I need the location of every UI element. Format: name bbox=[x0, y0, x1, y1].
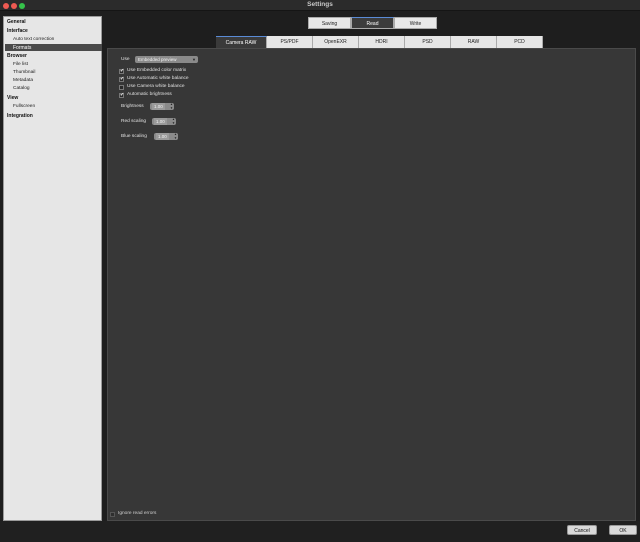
tab-saving[interactable]: Saving bbox=[308, 17, 351, 29]
checkbox-box: ✔ bbox=[119, 91, 125, 98]
title-bar: Settings bbox=[0, 0, 640, 11]
sidebar-item-auto-text-correction[interactable]: Auto text correction bbox=[13, 37, 54, 42]
checkmark-icon: ✔ bbox=[120, 91, 125, 98]
sidebar-item-browser[interactable]: Browser bbox=[7, 53, 27, 59]
checkbox-label: Use Camera white balance bbox=[127, 84, 185, 89]
tab-write[interactable]: Write bbox=[394, 17, 437, 29]
sidebar-item-metadata[interactable]: Metadata bbox=[13, 78, 33, 83]
settings-sidebar: General Interface Auto text correction F… bbox=[3, 16, 102, 521]
use-label: Use bbox=[121, 57, 130, 62]
sidebar-item-file-list[interactable]: File list bbox=[13, 62, 28, 67]
window-title: Settings bbox=[307, 1, 333, 8]
checkbox-label: Use Automatic white balance bbox=[127, 76, 189, 81]
use-source-value: Embedded preview bbox=[138, 57, 177, 62]
brightness-spinbox[interactable]: 1.00 ▲ ▼ bbox=[150, 102, 174, 110]
tab-read[interactable]: Read bbox=[351, 17, 394, 29]
tab-raw[interactable]: RAW bbox=[451, 36, 497, 48]
checkbox-label: Automatic brightness bbox=[127, 92, 172, 97]
sidebar-item-fullscreen[interactable]: Fullscreen bbox=[13, 104, 35, 109]
blue-scaling-value: 1.00 bbox=[156, 133, 169, 140]
tab-hdri[interactable]: HDRI bbox=[359, 36, 405, 48]
tab-camera-raw[interactable]: Camera RAW bbox=[216, 36, 267, 48]
sidebar-item-thumbnail[interactable]: Thumbnail bbox=[13, 70, 35, 75]
red-scaling-label: Red scaling bbox=[121, 119, 147, 124]
tab-ps-pdf[interactable]: PS/PDF bbox=[267, 36, 313, 48]
blue-scaling-spinbox[interactable]: 1.00 ▲ ▼ bbox=[154, 132, 178, 140]
cancel-button[interactable]: Cancel bbox=[567, 525, 597, 535]
stepper-arrows-icon[interactable]: ▲ ▼ bbox=[174, 132, 177, 140]
red-scaling-spinbox[interactable]: 1.00 ▲ ▼ bbox=[152, 117, 176, 125]
use-source-select[interactable]: Embedded preview ▼ bbox=[135, 56, 198, 63]
checkbox-box: ✔ bbox=[119, 67, 125, 74]
checkbox-label: Use Embedded color matrix bbox=[127, 68, 187, 73]
sidebar-item-integration[interactable]: Integration bbox=[7, 113, 33, 119]
chevron-down-icon: ▼ bbox=[192, 57, 196, 62]
sidebar-item-label: Formats bbox=[13, 45, 32, 51]
red-scaling-value: 1.00 bbox=[154, 118, 167, 125]
stepper-arrows-icon[interactable]: ▲ ▼ bbox=[172, 117, 175, 125]
checkbox-box bbox=[119, 84, 124, 90]
ok-button[interactable]: OK bbox=[609, 525, 637, 535]
sidebar-item-formats[interactable]: Formats bbox=[5, 44, 102, 51]
checkbox-label: Ignore read errors bbox=[118, 511, 157, 516]
sidebar-item-interface[interactable]: Interface bbox=[7, 28, 28, 34]
checkmark-icon: ✔ bbox=[120, 67, 125, 74]
brightness-label: Brightness bbox=[121, 104, 144, 109]
checkmark-icon: ✔ bbox=[120, 75, 125, 82]
tab-psd[interactable]: PSD bbox=[405, 36, 451, 48]
sidebar-item-view[interactable]: View bbox=[7, 95, 18, 101]
brightness-value: 1.00 bbox=[152, 103, 165, 110]
sidebar-item-catalog[interactable]: Catalog bbox=[13, 86, 30, 91]
camera-raw-settings-panel bbox=[107, 48, 636, 521]
sidebar-item-general[interactable]: General bbox=[7, 19, 26, 25]
tab-pcd[interactable]: PCD bbox=[497, 36, 543, 48]
dialog-button-bar bbox=[0, 521, 640, 542]
stepper-arrows-icon[interactable]: ▲ ▼ bbox=[170, 102, 173, 110]
tab-openexr[interactable]: OpenEXR bbox=[313, 36, 359, 48]
checkbox-box bbox=[110, 511, 115, 517]
checkbox-box: ✔ bbox=[119, 75, 125, 82]
blue-scaling-label: Blue scaling bbox=[121, 134, 147, 139]
